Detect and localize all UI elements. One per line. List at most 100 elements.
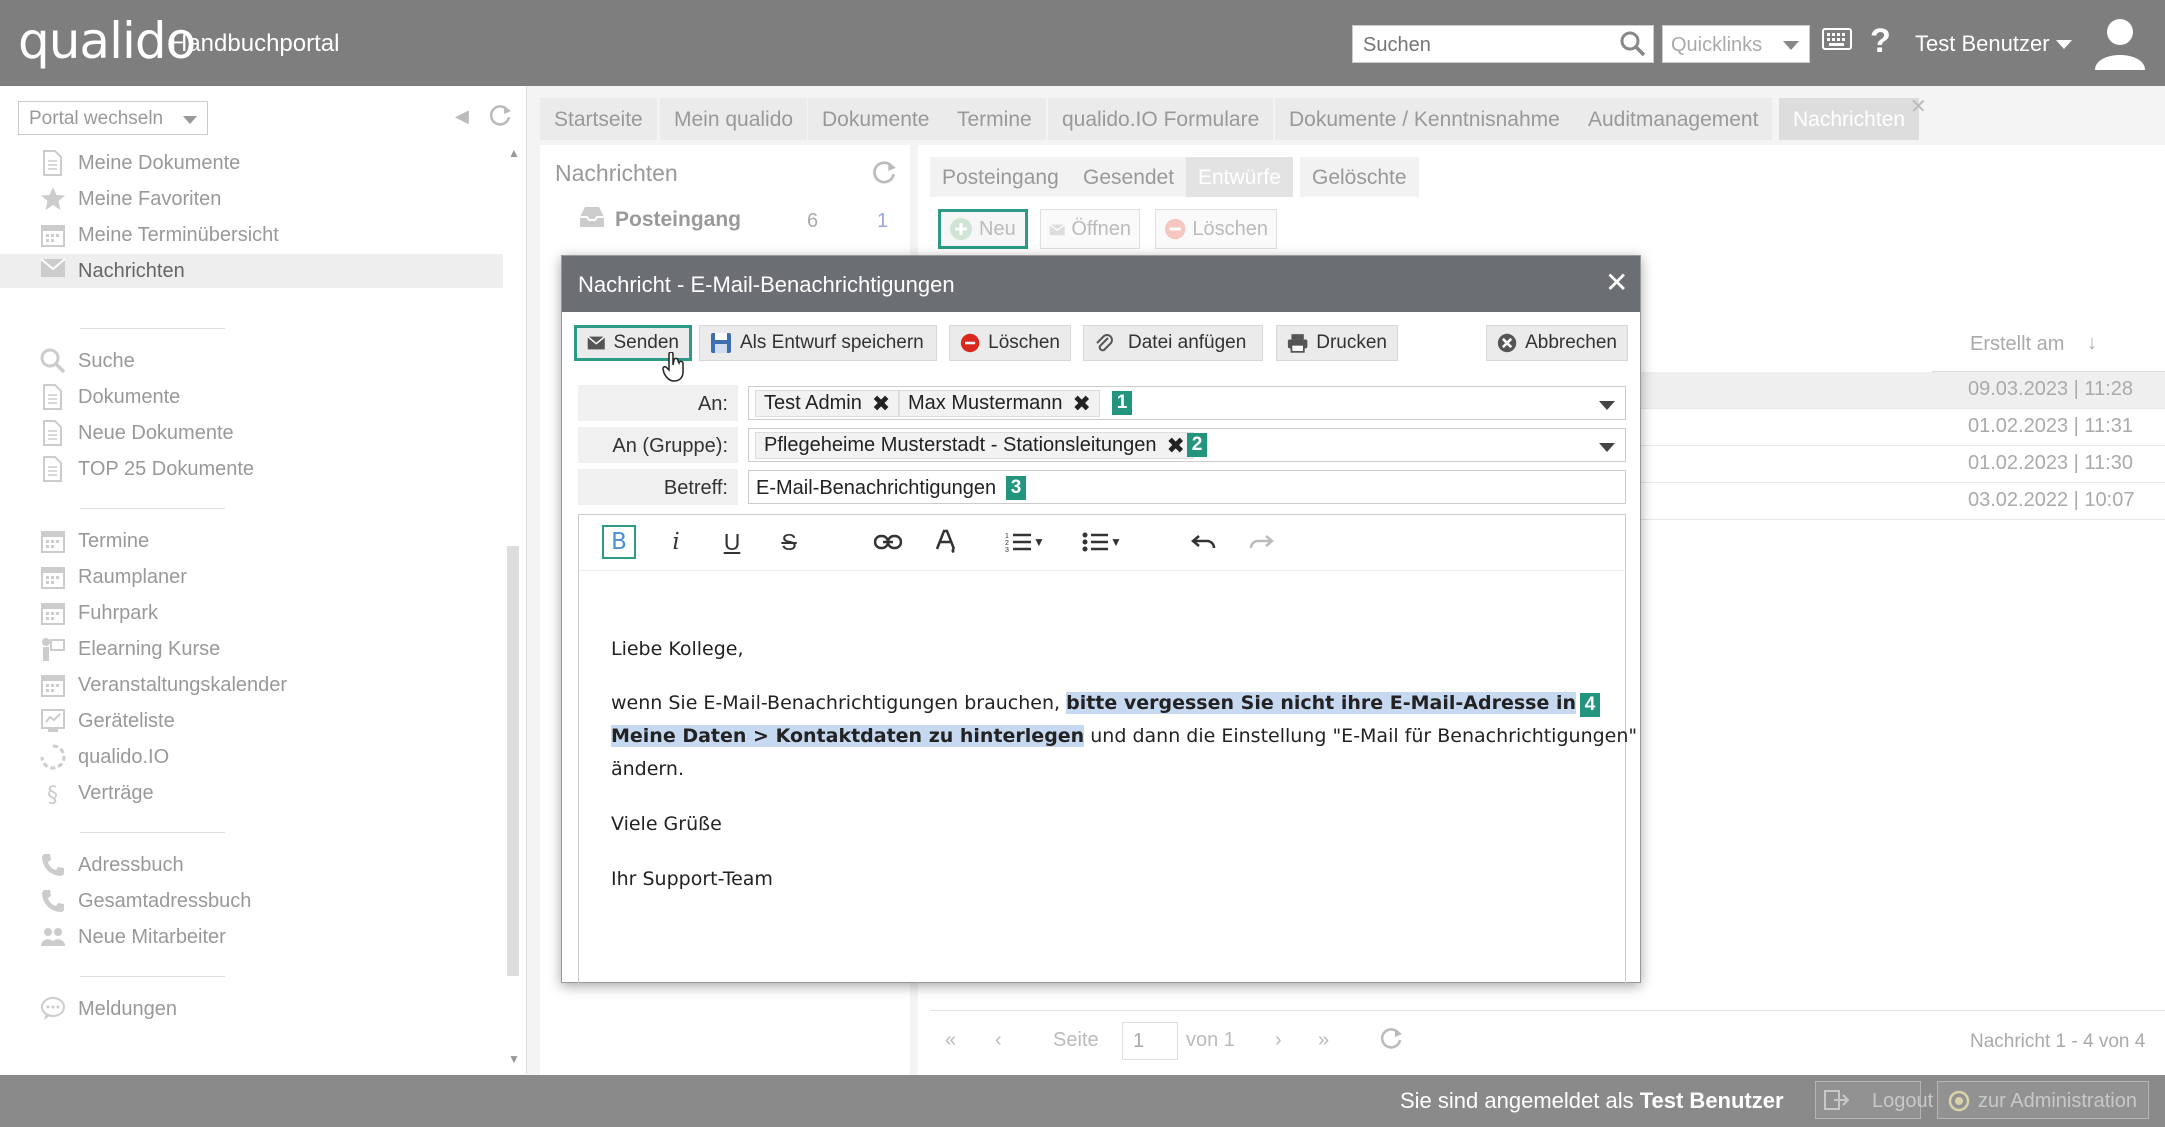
subject-label: Betreff: xyxy=(578,469,738,505)
first-page-icon[interactable]: « xyxy=(945,1029,956,1052)
text-color-icon[interactable] xyxy=(929,525,963,559)
to-recipients-input[interactable]: Test Admin ✖ Max Mustermann ✖ 1 xyxy=(748,386,1626,420)
delete-message-button[interactable]: Löschen xyxy=(1155,209,1277,249)
sidebar-item-raumplaner[interactable]: Raumplaner xyxy=(40,560,187,594)
subtab-entwürfe[interactable]: Entwürfe xyxy=(1186,157,1293,197)
sidebar-item-meine-dokumente[interactable]: Meine Dokumente xyxy=(40,146,240,180)
bold-icon[interactable]: B xyxy=(602,525,636,559)
chevron-down-icon[interactable]: ▼ xyxy=(1031,525,1047,559)
document-icon xyxy=(40,420,66,446)
open-message-button[interactable]: Öffnen xyxy=(1040,209,1140,249)
undo-icon[interactable] xyxy=(1187,525,1221,559)
close-tab-icon[interactable]: ✕ xyxy=(1910,94,1927,119)
link-icon[interactable] xyxy=(871,525,905,559)
quicklinks-dropdown[interactable]: Quicklinks xyxy=(1662,25,1810,63)
portal-switch-dropdown[interactable]: Portal wechseln xyxy=(18,101,208,135)
italic-icon[interactable]: i xyxy=(659,525,693,559)
page-number-input[interactable]: 1 xyxy=(1122,1022,1178,1060)
sidebar-item-dokumente[interactable]: Dokumente xyxy=(40,380,180,414)
tab-termine[interactable]: Termine xyxy=(943,98,1046,140)
sidebar-item-top-25-dokumente[interactable]: TOP 25 Dokumente xyxy=(40,452,254,486)
subtab-gelöschte[interactable]: Gelöschte xyxy=(1300,157,1419,197)
numbered-list-icon[interactable]: 123 xyxy=(1001,525,1035,559)
sidebar-item-neue-dokumente[interactable]: Neue Dokumente xyxy=(40,416,234,450)
refresh-icon[interactable] xyxy=(487,102,513,128)
search-box[interactable] xyxy=(1352,25,1654,63)
save-draft-button[interactable]: Als Entwurf speichern xyxy=(699,325,937,361)
keyboard-icon[interactable] xyxy=(1822,28,1852,50)
chevron-down-icon[interactable] xyxy=(1599,443,1615,452)
bullet-list-icon[interactable] xyxy=(1078,525,1112,559)
chevron-down-icon[interactable] xyxy=(1599,401,1615,410)
remove-recipient-icon[interactable]: ✖ xyxy=(1073,391,1091,417)
prev-page-icon[interactable]: ‹ xyxy=(995,1029,1002,1052)
sidebar-item-neue-mitarbeiter[interactable]: Neue Mitarbeiter xyxy=(40,920,226,954)
tab-dokumente[interactable]: Dokumente xyxy=(808,98,944,140)
logout-button[interactable]: Logout xyxy=(1815,1081,1933,1119)
last-page-icon[interactable]: » xyxy=(1318,1029,1329,1052)
user-avatar-icon[interactable] xyxy=(2092,14,2148,70)
sort-down-icon[interactable]: ↓ xyxy=(2087,332,2097,355)
search-input[interactable] xyxy=(1363,34,1603,57)
sidebar-item-meine-favoriten[interactable]: Meine Favoriten xyxy=(40,182,221,216)
user-name[interactable]: Test Benutzer xyxy=(1915,31,2050,57)
qualido-logo[interactable]: qualido xyxy=(18,12,196,70)
refresh-icon[interactable] xyxy=(870,158,898,186)
attach-file-button[interactable]: Datei anfügen xyxy=(1083,325,1263,361)
chevron-down-icon[interactable]: ▼ xyxy=(1108,525,1124,559)
sidebar-item-termine[interactable]: Termine xyxy=(40,524,149,558)
sidebar-item-meldungen[interactable]: Meldungen xyxy=(40,992,177,1026)
sidebar-item-verträge[interactable]: § Verträge xyxy=(40,776,154,810)
redo-icon[interactable] xyxy=(1244,525,1278,559)
sidebar-item-fuhrpark[interactable]: Fuhrpark xyxy=(40,596,158,630)
subtab-gesendet[interactable]: Gesendet xyxy=(1071,157,1187,197)
admin-button[interactable]: zur Administration xyxy=(1937,1081,2149,1119)
sidebar-scrollbar[interactable]: ▲ ▼ xyxy=(504,146,522,1068)
subject-input[interactable]: E-Mail-Benachrichtigungen 3 xyxy=(748,470,1626,504)
search-icon[interactable] xyxy=(1619,30,1647,58)
sidebar-item-adressbuch[interactable]: Adressbuch xyxy=(40,848,184,882)
portal-title: Handbuchportal xyxy=(170,30,340,57)
rich-text-editor[interactable]: B i U S 123 ▼ ▼ Liebe Kollege, wenn Sie … xyxy=(578,514,1637,984)
tab-dokumente-kenntnisnahme[interactable]: Dokumente / Kenntnisnahme xyxy=(1275,98,1574,140)
refresh-icon[interactable] xyxy=(1378,1025,1404,1051)
print-button[interactable]: Drucken xyxy=(1276,325,1398,361)
tab-auditmanagement[interactable]: Auditmanagement xyxy=(1574,98,1773,140)
underline-icon[interactable]: U xyxy=(715,525,749,559)
tab-qualido-io-formulare[interactable]: qualido.IO Formulare xyxy=(1048,98,1274,140)
tab-mein-qualido[interactable]: Mein qualido xyxy=(660,98,808,140)
remove-recipient-icon[interactable]: ✖ xyxy=(872,391,890,417)
column-created-header[interactable]: Erstellt am xyxy=(1970,333,2064,356)
collapse-sidebar-icon[interactable]: ◀ xyxy=(455,106,469,127)
tab-startseite[interactable]: Startseite xyxy=(540,98,657,140)
cancel-button[interactable]: Abbrechen xyxy=(1486,325,1628,361)
inbox-folder[interactable]: Posteingang xyxy=(615,208,741,232)
sidebar-item-nachrichten[interactable]: Nachrichten xyxy=(0,254,503,288)
sidebar-item-geräteliste[interactable]: Geräteliste xyxy=(40,704,175,738)
close-icon[interactable]: ✕ xyxy=(1605,266,1628,299)
sidebar-item-meine-terminübersicht[interactable]: Meine Terminübersicht xyxy=(40,218,279,252)
sidebar-item-veranstaltungskalender[interactable]: Veranstaltungskalender xyxy=(40,668,287,702)
sidebar-item-qualido-io[interactable]: qualido.IO xyxy=(40,740,169,774)
sidebar-item-label: Meine Terminübersicht xyxy=(78,223,279,246)
sidebar-item-suche[interactable]: Suche xyxy=(40,344,135,378)
print-label: Drucken xyxy=(1316,332,1387,353)
hand-cursor-icon xyxy=(662,352,686,382)
group-recipients-input[interactable]: Pflegeheime Musterstadt - Stationsleitun… xyxy=(748,428,1626,462)
send-label: Senden xyxy=(613,332,679,353)
help-icon[interactable]: ? xyxy=(1870,22,1891,61)
user-menu-chevron-icon[interactable] xyxy=(2056,40,2072,49)
document-icon xyxy=(40,456,66,482)
sidebar-item-gesamtadressbuch[interactable]: Gesamtadressbuch xyxy=(40,884,251,918)
remove-group-icon[interactable]: ✖ xyxy=(1166,433,1184,459)
new-message-button[interactable]: Neu xyxy=(938,209,1028,249)
sidebar-item-label: Meine Dokumente xyxy=(78,151,241,174)
next-page-icon[interactable]: › xyxy=(1275,1029,1282,1052)
subtab-posteingang[interactable]: Posteingang xyxy=(930,157,1071,197)
delete-button[interactable]: Löschen xyxy=(949,325,1071,361)
tab-nachrichten[interactable]: Nachrichten xyxy=(1779,98,1920,140)
subject-value: E-Mail-Benachrichtigungen xyxy=(756,477,997,499)
delete-label: Löschen xyxy=(1192,217,1268,240)
sidebar-item-elearning-kurse[interactable]: Elearning Kurse xyxy=(40,632,220,666)
strikethrough-icon[interactable]: S xyxy=(772,525,806,559)
